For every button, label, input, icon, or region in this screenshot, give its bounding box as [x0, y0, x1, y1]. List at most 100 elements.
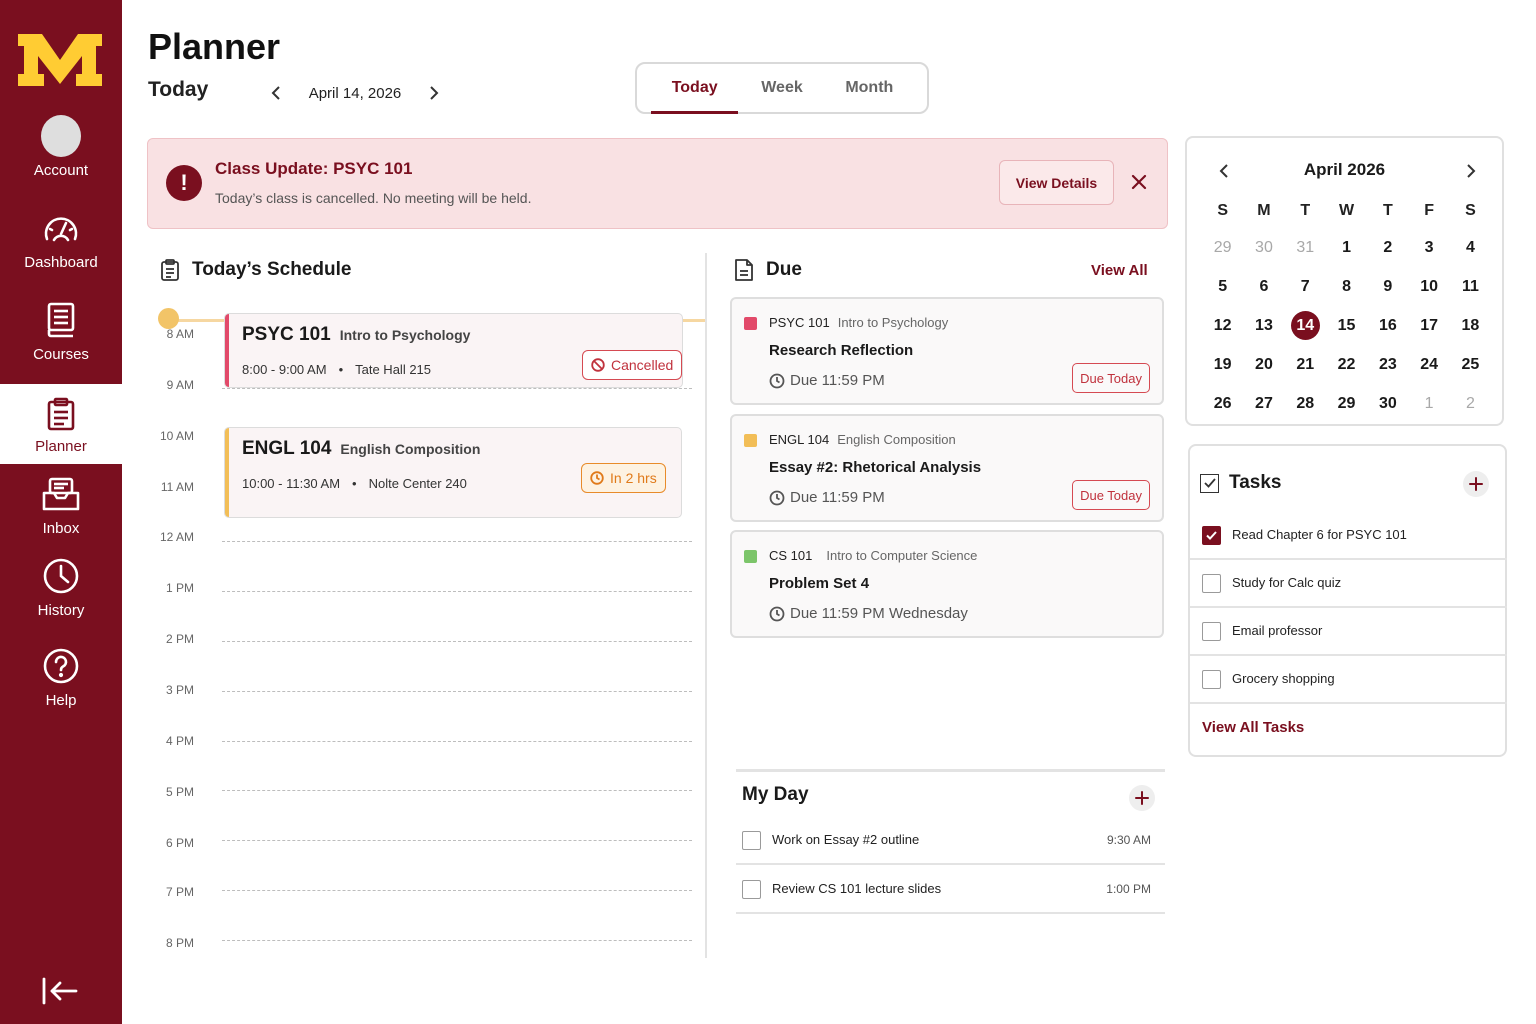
view-all-link[interactable]: View All — [1091, 262, 1148, 279]
calendar-day[interactable]: 15 — [1326, 306, 1367, 345]
myday-text: Work on Essay #2 outline — [772, 832, 920, 847]
calendar-day[interactable]: 26 — [1202, 384, 1243, 423]
hour-label: 3 PM — [165, 683, 194, 697]
task-checkbox[interactable] — [1202, 574, 1221, 593]
calendar-day[interactable]: 4 — [1450, 228, 1491, 267]
myday-checkbox[interactable] — [742, 831, 761, 850]
chevron-left-icon[interactable] — [262, 80, 290, 106]
calendar-day[interactable]: 29 — [1326, 384, 1367, 423]
hour-line — [222, 840, 692, 841]
due-title: Due — [766, 259, 802, 280]
myday-checkbox[interactable] — [742, 880, 761, 899]
calendar-day[interactable]: 30 — [1243, 228, 1284, 267]
tab-month[interactable]: Month — [826, 64, 913, 112]
clipboard-icon — [41, 394, 81, 434]
calendar-day[interactable]: 9 — [1367, 267, 1408, 306]
clock-icon — [41, 556, 81, 596]
close-icon[interactable] — [1126, 168, 1152, 196]
calendar-day-selected[interactable]: 14 — [1285, 306, 1326, 345]
university-m-logo[interactable] — [18, 34, 102, 86]
calendar-day[interactable]: 3 — [1408, 228, 1449, 267]
due-item[interactable]: CS 101 Intro to Computer Science Problem … — [730, 530, 1164, 638]
add-task-button[interactable] — [1463, 471, 1489, 497]
event-color-bar — [225, 428, 229, 517]
task-checkbox[interactable] — [1202, 526, 1221, 545]
calendar-day[interactable]: 7 — [1285, 267, 1326, 306]
view-all-tasks-link[interactable]: View All Tasks — [1202, 719, 1304, 736]
hour-label: 4 PM — [165, 734, 194, 748]
schedule-event-engl104[interactable]: ENGL 104 English Composition 10:00 - 11:3… — [224, 427, 682, 518]
calendar-day[interactable]: 29 — [1202, 228, 1243, 267]
calendar-day[interactable]: 6 — [1243, 267, 1284, 306]
hour-line — [222, 790, 692, 791]
calendar-day[interactable]: 13 — [1243, 306, 1284, 345]
calendar-day[interactable]: 18 — [1450, 306, 1491, 345]
sidebar-item-history[interactable]: History — [0, 556, 122, 619]
weekday-label: F — [1424, 202, 1435, 219]
chevron-right-icon[interactable] — [1460, 160, 1482, 182]
chevron-left-icon[interactable] — [1213, 160, 1235, 182]
calendar-grid: S M T W T F S 29 30 31 1 2 3 4 5 6 7 8 9 10 11 12 13 14 15 16 17 18… — [1202, 194, 1491, 423]
sidebar-item-label: History — [37, 602, 85, 619]
task-text: Email professor — [1232, 623, 1323, 638]
calendar-day[interactable]: 27 — [1243, 384, 1284, 423]
hour-label: 7 PM — [165, 885, 194, 899]
hour-label: 12 AM — [159, 530, 194, 544]
schedule-event-psyc101[interactable]: PSYC 101 Intro to Psychology 8:00 - 9:00 … — [224, 313, 683, 388]
calendar-day[interactable]: 1 — [1326, 228, 1367, 267]
task-checkbox[interactable] — [1202, 670, 1221, 689]
calendar-day[interactable]: 20 — [1243, 345, 1284, 384]
calendar-day[interactable]: 28 — [1285, 384, 1326, 423]
sidebar-item-inbox[interactable]: Inbox — [0, 474, 122, 537]
calendar-day[interactable]: 30 — [1367, 384, 1408, 423]
due-today-badge: Due Today — [1072, 363, 1150, 393]
task-checkbox[interactable] — [1202, 622, 1221, 641]
clock-icon — [590, 471, 604, 485]
sidebar-item-planner[interactable]: Planner — [0, 384, 122, 464]
sidebar-item-account[interactable]: Account — [0, 115, 122, 179]
event-name: English Composition — [340, 441, 481, 457]
tab-today[interactable]: Today — [651, 64, 739, 114]
current-date: April 14, 2026 — [308, 84, 402, 102]
calendar-day[interactable]: 8 — [1326, 267, 1367, 306]
calendar-day[interactable]: 24 — [1408, 345, 1449, 384]
class-update-alert: ! Class Update: PSYC 101 Today’s class i… — [147, 138, 1168, 229]
calendar-day[interactable]: 5 — [1202, 267, 1243, 306]
clock-icon — [769, 373, 785, 389]
weekday-label: S — [1465, 202, 1476, 219]
chevron-right-icon[interactable] — [420, 80, 448, 106]
view-details-button[interactable]: View Details — [999, 160, 1114, 205]
collapse-left-icon[interactable] — [40, 975, 80, 1007]
due-header: Due — [734, 257, 802, 283]
calendar-day[interactable]: 21 — [1285, 345, 1326, 384]
due-item[interactable]: ENGL 104 English Composition Essay #2: Rh… — [730, 414, 1164, 522]
calendar-day[interactable]: 25 — [1450, 345, 1491, 384]
hour-label: 1 PM — [165, 581, 194, 595]
plus-icon — [1469, 477, 1483, 491]
myday-divider — [736, 769, 1165, 772]
sidebar-item-help[interactable]: Help — [0, 646, 122, 709]
alert-title: Class Update: PSYC 101 — [215, 159, 413, 178]
calendar-day[interactable]: 2 — [1367, 228, 1408, 267]
myday-time: 9:30 AM — [1106, 833, 1151, 847]
sidebar-item-dashboard[interactable]: Dashboard — [0, 208, 122, 271]
calendar-day[interactable]: 11 — [1450, 267, 1491, 306]
calendar-day[interactable]: 22 — [1326, 345, 1367, 384]
calendar-day[interactable]: 12 — [1202, 306, 1243, 345]
calendar-day[interactable]: 2 — [1450, 384, 1491, 423]
calendar-day[interactable]: 19 — [1202, 345, 1243, 384]
help-icon — [41, 646, 81, 686]
alert-message: Today’s class is cancelled. No meeting w… — [215, 190, 532, 206]
due-item[interactable]: PSYC 101 Intro to Psychology Research Ref… — [730, 297, 1164, 405]
calendar-day[interactable]: 17 — [1408, 306, 1449, 345]
due-time: Due 11:59 PM — [790, 372, 885, 389]
calendar-day[interactable]: 23 — [1367, 345, 1408, 384]
date-navigator: April 14, 2026 — [262, 80, 448, 106]
tab-week[interactable]: Week — [738, 64, 825, 112]
calendar-day[interactable]: 16 — [1367, 306, 1408, 345]
calendar-day[interactable]: 10 — [1408, 267, 1449, 306]
calendar-day[interactable]: 31 — [1285, 228, 1326, 267]
add-myday-button[interactable] — [1129, 785, 1155, 811]
sidebar-item-courses[interactable]: Courses — [0, 300, 122, 363]
calendar-day[interactable]: 1 — [1408, 384, 1449, 423]
